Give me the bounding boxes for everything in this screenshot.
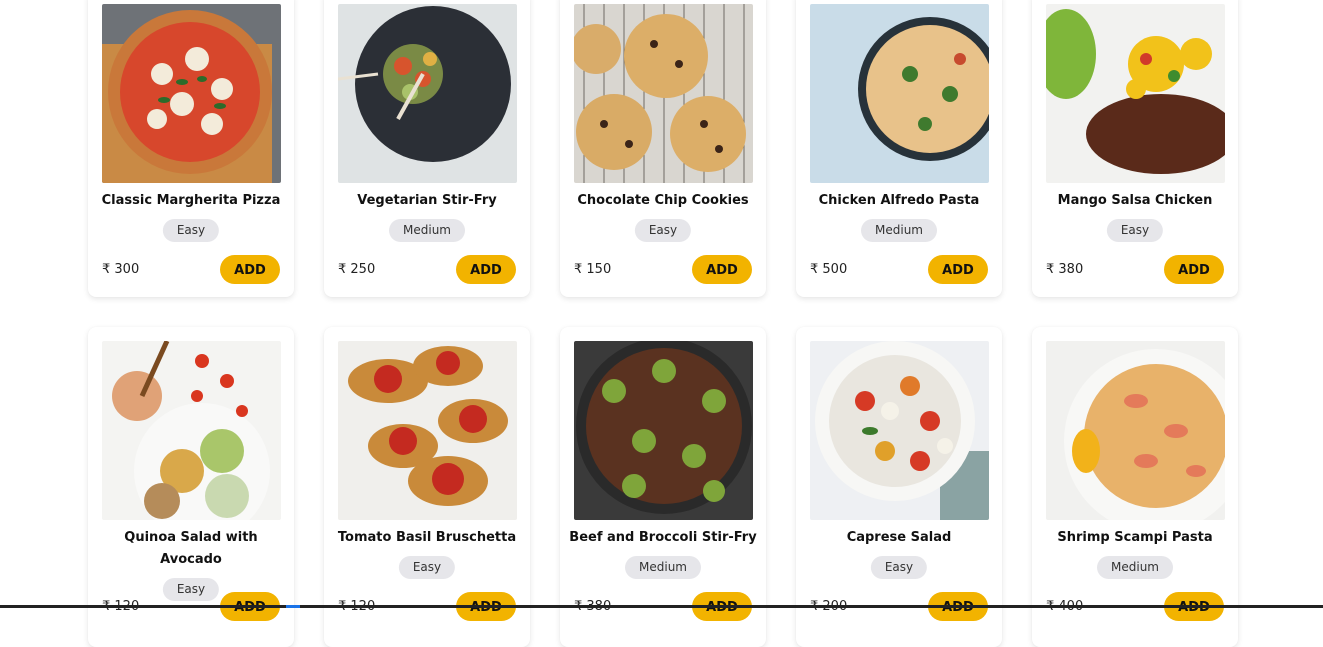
add-button[interactable]: ADD xyxy=(1164,255,1224,284)
recipe-price: ₹ 380 xyxy=(1046,262,1084,277)
recipe-title: Quinoa Salad with Avocado xyxy=(124,530,258,567)
recipe-title: Mango Salsa Chicken xyxy=(1057,193,1213,208)
recipe-card[interactable]: Shrimp Scampi Pasta Medium ₹ 400 ADD xyxy=(1032,327,1238,647)
recipe-card[interactable]: Mango Salsa Chicken Easy ₹ 380 ADD xyxy=(1032,0,1238,297)
recipe-title: Vegetarian Stir-Fry xyxy=(357,193,497,208)
difficulty-badge: Easy xyxy=(162,219,220,242)
add-button[interactable]: ADD xyxy=(220,255,280,284)
recipe-image-cookies xyxy=(574,4,753,183)
difficulty-badge: Medium xyxy=(861,219,937,242)
recipe-image-shrimp-scampi xyxy=(1046,341,1225,520)
add-button[interactable]: ADD xyxy=(928,255,988,284)
recipe-price: ₹ 150 xyxy=(574,262,612,277)
recipe-card[interactable]: Beef and Broccoli Stir-Fry Medium ₹ 380 … xyxy=(560,327,766,647)
recipe-title: Tomato Basil Bruschetta xyxy=(337,530,517,545)
recipe-title: Chocolate Chip Cookies xyxy=(577,193,749,208)
recipe-title: Caprese Salad xyxy=(846,530,952,545)
recipe-title: Classic Margherita Pizza xyxy=(101,193,281,208)
add-button[interactable]: ADD xyxy=(692,255,752,284)
recipe-image-caprese xyxy=(810,341,989,520)
recipe-image-stir-fry xyxy=(338,4,517,183)
recipe-image-bruschetta xyxy=(338,341,517,520)
recipe-card[interactable]: Vegetarian Stir-Fry Medium ₹ 250 ADD xyxy=(324,0,530,297)
difficulty-badge: Medium xyxy=(389,219,465,242)
recipe-grid: Classic Margherita Pizza Easy ₹ 300 ADD … xyxy=(0,0,1323,647)
recipe-card[interactable]: Classic Margherita Pizza Easy ₹ 300 ADD xyxy=(88,0,294,297)
recipe-image-pizza xyxy=(102,4,281,183)
difficulty-badge: Medium xyxy=(1097,556,1173,579)
recipe-image-alfredo xyxy=(810,4,989,183)
difficulty-badge: Easy xyxy=(634,219,692,242)
add-button[interactable]: ADD xyxy=(456,255,516,284)
recipe-price: ₹ 250 xyxy=(338,262,376,277)
recipe-image-beef-broccoli xyxy=(574,341,753,520)
recipe-card[interactable]: Chicken Alfredo Pasta Medium ₹ 500 ADD xyxy=(796,0,1002,297)
difficulty-badge: Easy xyxy=(162,578,220,601)
difficulty-badge: Easy xyxy=(1106,219,1164,242)
difficulty-badge: Medium xyxy=(625,556,701,579)
recipe-image-mango-chicken xyxy=(1046,4,1225,183)
recipe-card[interactable]: Tomato Basil Bruschetta Easy ₹ 120 ADD xyxy=(324,327,530,647)
difficulty-badge: Easy xyxy=(398,556,456,579)
recipe-card[interactable]: Caprese Salad Easy ₹ 200 ADD xyxy=(796,327,1002,647)
recipe-title: Shrimp Scampi Pasta xyxy=(1057,530,1213,545)
recipe-price: ₹ 500 xyxy=(810,262,848,277)
difficulty-badge: Easy xyxy=(870,556,928,579)
recipe-image-quinoa-salad xyxy=(102,341,281,520)
recipe-title: Beef and Broccoli Stir-Fry xyxy=(569,530,757,545)
recipe-title: Chicken Alfredo Pasta xyxy=(818,193,980,208)
recipe-card[interactable]: Chocolate Chip Cookies Easy ₹ 150 ADD xyxy=(560,0,766,297)
recipe-price: ₹ 300 xyxy=(102,262,140,277)
recipe-card[interactable]: Quinoa Salad with Avocado Easy ₹ 120 ADD xyxy=(88,327,294,647)
